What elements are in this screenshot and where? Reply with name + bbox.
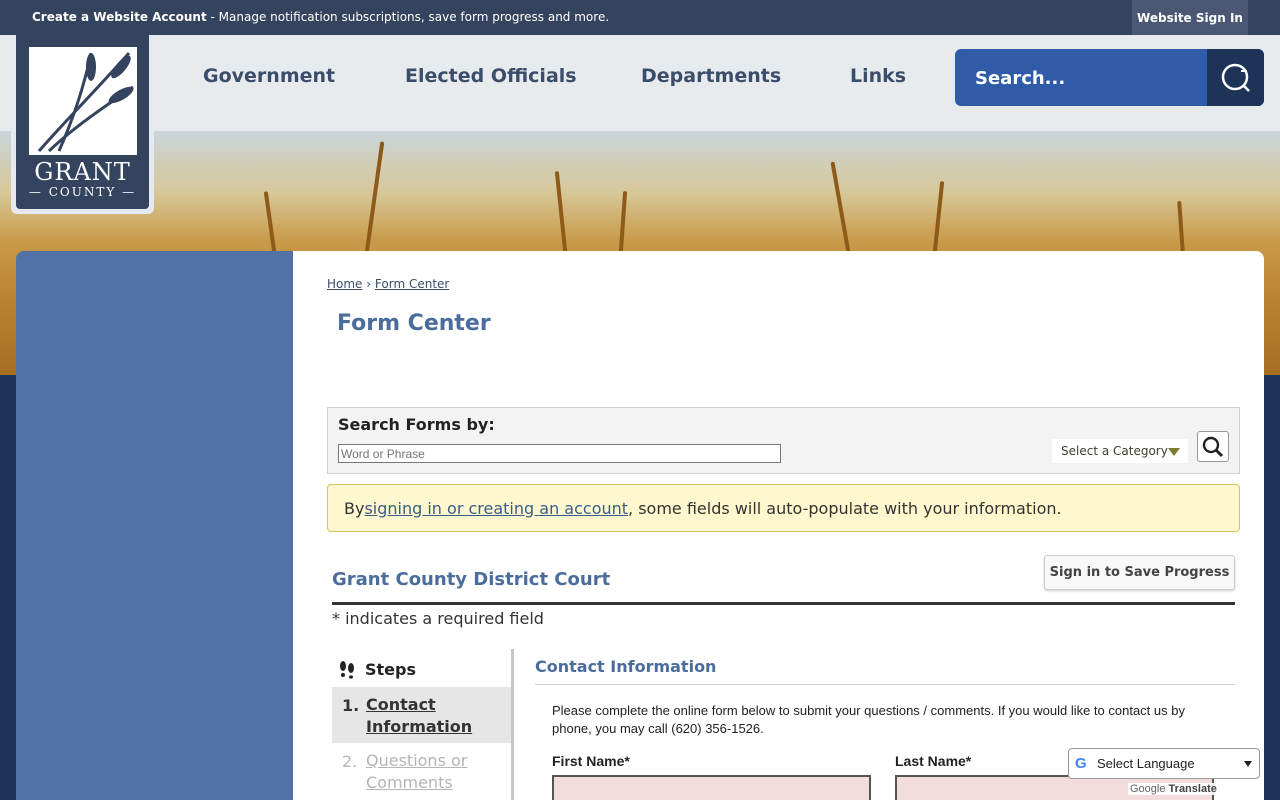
search-icon: [1202, 436, 1224, 457]
website-sign-in-button[interactable]: Website Sign In: [1132, 0, 1248, 35]
google-g-icon: G: [1075, 755, 1087, 772]
powered-by-google: Google Translate: [1128, 783, 1219, 795]
notice-prefix: By: [344, 498, 365, 518]
google-label: Google: [1130, 783, 1166, 795]
section-title: Contact Information: [535, 657, 717, 676]
main-content: Home › Form Center Form Center Search Fo…: [293, 251, 1264, 800]
translate-label: Translate: [1168, 783, 1217, 795]
translate-widget: G Select Language Google Translate: [1068, 748, 1260, 800]
footsteps-icon: [340, 661, 354, 679]
dropdown-arrow-icon: [1168, 448, 1180, 456]
top-bar: Create a Website Account - Manage notifi…: [0, 0, 1280, 35]
steps-heading-label: Steps: [365, 659, 416, 679]
wheat-emblem: [29, 47, 137, 155]
step-questions-comments[interactable]: 2. Questions or Comments: [332, 743, 511, 800]
form-title: Grant County District Court: [332, 569, 611, 590]
form-search-button[interactable]: [1197, 431, 1229, 462]
nav-links[interactable]: Links: [850, 65, 906, 87]
site-search: [955, 49, 1264, 106]
logo-line-2: — COUNTY —: [28, 185, 137, 199]
category-select-label: Select a Category: [1061, 444, 1168, 458]
sign-in-save-progress-button[interactable]: Sign in to Save Progress: [1044, 555, 1235, 590]
step-number: 1.: [342, 696, 360, 715]
nav-departments[interactable]: Departments: [641, 65, 781, 87]
steps-heading: Steps: [337, 659, 416, 679]
last-name-label: Last Name*: [895, 753, 972, 769]
category-select[interactable]: Select a Category: [1052, 439, 1188, 463]
left-sidebar: [16, 251, 293, 800]
step-contact-information[interactable]: 1. Contact Information: [332, 687, 511, 743]
search-icon: [1221, 63, 1250, 92]
first-name-field[interactable]: [552, 775, 871, 800]
form-divider: [332, 602, 1235, 605]
form-intro-text: Please complete the online form below to…: [552, 703, 1185, 736]
site-search-input[interactable]: [975, 61, 1205, 95]
notice-suffix: , some fields will auto-populate with yo…: [628, 498, 1062, 518]
steps-panel: Steps 1. Contact Information 2. Question…: [332, 649, 514, 800]
nav-elected-officials[interactable]: Elected Officials: [405, 65, 577, 87]
form-search-input[interactable]: [338, 444, 781, 463]
county-logo[interactable]: GRANT — COUNTY —: [11, 35, 154, 214]
breadcrumb-home[interactable]: Home: [327, 277, 362, 291]
logo-text: GRANT — COUNTY —: [16, 159, 149, 199]
breadcrumb-separator: ›: [366, 277, 372, 291]
create-account-link[interactable]: Create a Website Account - Manage notifi…: [32, 10, 609, 24]
language-select-label: Select Language: [1097, 756, 1195, 771]
auto-populate-notice: By signing in or creating an account , s…: [327, 484, 1240, 532]
nav-government[interactable]: Government: [203, 65, 335, 87]
main-header: Government Elected Officials Departments…: [0, 35, 1280, 131]
step-label[interactable]: Contact Information: [366, 694, 486, 738]
create-account-label[interactable]: Create a Website Account: [32, 10, 207, 24]
first-name-label: First Name*: [552, 753, 630, 769]
breadcrumb-form-center[interactable]: Form Center: [375, 277, 449, 291]
logo-line-1: GRANT: [34, 158, 131, 186]
sign-in-create-account-link[interactable]: signing in or creating an account: [364, 499, 628, 518]
search-forms-label: Search Forms by:: [338, 415, 495, 434]
search-forms-panel: Search Forms by: Select a Category: [327, 407, 1240, 474]
breadcrumb: Home › Form Center: [327, 277, 449, 291]
create-account-description: - Manage notification subscriptions, sav…: [206, 10, 610, 24]
step-label[interactable]: Questions or Comments: [366, 750, 486, 794]
site-search-button[interactable]: [1207, 49, 1264, 106]
section-divider: [535, 684, 1235, 685]
dropdown-arrow-icon: [1244, 761, 1252, 767]
required-field-note: * indicates a required field: [332, 609, 544, 628]
step-number: 2.: [342, 752, 358, 771]
language-select[interactable]: G Select Language: [1068, 748, 1260, 779]
page-title: Form Center: [337, 311, 491, 336]
